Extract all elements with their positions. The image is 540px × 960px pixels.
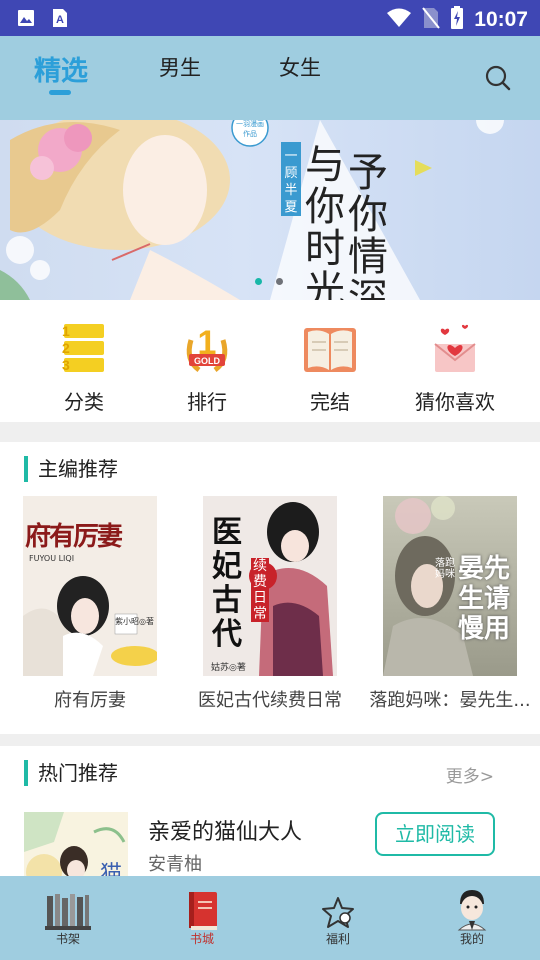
cover-title: 晏先生请慢用 [457,554,510,644]
book-title[interactable]: 亲爱的猫仙大人 [148,814,302,846]
nav-label: 书架 [55,932,80,946]
book-cover[interactable]: 猫 [24,812,128,876]
section-title: 主编推荐 [24,456,118,482]
ranking-icon: 1 GOLD [177,320,237,378]
section-title: 热门推荐 [24,760,118,786]
cover-author: 紫小昭◎著 [115,617,154,626]
cover-subtitle: 落跑妈咪 [435,558,455,580]
menu-label: 分类 [64,390,104,414]
menu-category[interactable]: 1 2 3 分类 [24,320,144,415]
wifi-icon [386,8,412,32]
finished-book-icon [300,320,360,378]
menu-guess-you-like[interactable]: 猜你喜欢 [395,320,515,415]
menu-ranking[interactable]: 1 GOLD 排行 [147,320,267,415]
search-icon[interactable] [484,64,512,92]
svg-text:3: 3 [62,357,70,373]
bookshelf-icon [43,888,93,934]
book-title: 府有厉妻 [54,690,126,711]
bottom-navigation: 书架 书城 福利 我的 [0,876,540,960]
pager-dot[interactable] [276,278,283,285]
cover-title: 府有厉妻 [25,522,123,552]
svg-text:GOLD: GOLD [194,356,220,366]
battery-icon [450,6,464,34]
svg-text:夏: 夏 [284,200,297,215]
category-icon: 1 2 3 [54,320,114,378]
nav-bookshelf[interactable]: 书架 [28,888,108,947]
svg-text:光: 光 [305,268,345,300]
nav-welfare[interactable]: 福利 [298,888,378,947]
menu-label: 排行 [187,390,227,414]
svg-text:1: 1 [62,323,70,339]
more-link[interactable]: 更多> [446,762,494,787]
svg-text:作品: 作品 [243,129,257,138]
clock-time: 10:07 [474,8,528,31]
banner-pager [255,278,283,285]
book-cover: 落跑妈咪 晏先生请慢用 [383,496,517,676]
hot-picks-section: 热门推荐 更多> 猫 亲爱的猫仙大人 安青柚 立即阅读 [0,746,540,876]
nav-label: 书城 [189,932,214,946]
svg-text:予: 予 [348,150,388,196]
svg-text:与: 与 [305,142,345,188]
svg-text:深: 深 [348,276,388,300]
menu-label: 猜你喜欢 [415,390,495,414]
svg-text:一羽漫画: 一羽漫画 [236,120,264,128]
cover-title: 猫 [100,862,123,876]
pager-dot-active[interactable] [255,278,262,285]
svg-text:顾: 顾 [284,166,297,181]
svg-text:你: 你 [348,192,388,238]
svg-text:情: 情 [348,234,388,280]
tab-featured[interactable]: 精选 [34,49,88,88]
nav-profile[interactable]: 我的 [432,888,512,947]
book-cover: 府有厉妻 FUYOU LIQI 紫小昭◎著 [23,496,157,676]
bookstore-icon [177,888,227,934]
nav-label: 福利 [325,932,350,946]
cover-subtitle: FUYOU LIQI [29,554,75,563]
svg-text:你: 你 [305,184,345,230]
welfare-star-icon [313,888,363,934]
image-icon [16,8,36,28]
book-author: 安青柚 [148,854,202,875]
banner-illustration: 一 顾 半 夏 一羽漫画 作品 与 你 时 光 予 你 情 深 [0,120,504,300]
svg-text:A: A [56,14,64,26]
text-icon: A [50,8,70,28]
read-now-button[interactable]: 立即阅读 [375,812,495,856]
book-title: 落跑妈咪：晏先生... [369,690,531,711]
category-menu: 1 2 3 分类 1 GOLD 排行 完结 猜你喜欢 [0,300,540,422]
cover-author: 姑苏◎著 [211,663,246,673]
tab-male[interactable]: 男生 [159,52,201,82]
svg-text:时: 时 [305,226,345,272]
book-card[interactable]: 医妃古代 续费日常 姑苏◎著 医妃古代续费日常 [184,496,356,712]
svg-text:一: 一 [284,149,297,164]
active-tab-indicator [49,90,71,95]
menu-finished[interactable]: 完结 [270,320,390,415]
heart-envelope-icon [425,320,485,378]
book-card[interactable]: 落跑妈咪 晏先生请慢用 落跑妈咪：晏先生... [364,496,536,712]
status-bar: A 10:07 [0,0,540,36]
profile-avatar-icon [447,888,497,934]
nav-label: 我的 [459,932,484,946]
menu-label: 完结 [310,390,350,414]
nav-bookstore[interactable]: 书城 [162,888,242,947]
tab-female[interactable]: 女生 [279,52,321,82]
book-cover: 医妃古代 续费日常 姑苏◎著 [203,496,337,676]
promo-banner[interactable]: 一 顾 半 夏 一羽漫画 作品 与 你 时 光 予 你 情 深 [0,120,540,300]
book-card[interactable]: 府有厉妻 FUYOU LIQI 紫小昭◎著 府有厉妻 [4,496,176,712]
book-title: 医妃古代续费日常 [198,690,342,711]
no-sim-icon [422,7,441,33]
cover-subtitle: 续费日常 [251,558,269,622]
svg-text:半: 半 [284,183,297,198]
editor-picks-section: 主编推荐 府有厉妻 FUYOU LIQI 紫小昭◎著 府有厉妻 医妃古代 续费日… [0,442,540,734]
svg-text:2: 2 [62,340,70,356]
top-tab-bar: 精选 男生 女生 [0,36,540,120]
cover-title: 医妃古代 [212,515,242,652]
